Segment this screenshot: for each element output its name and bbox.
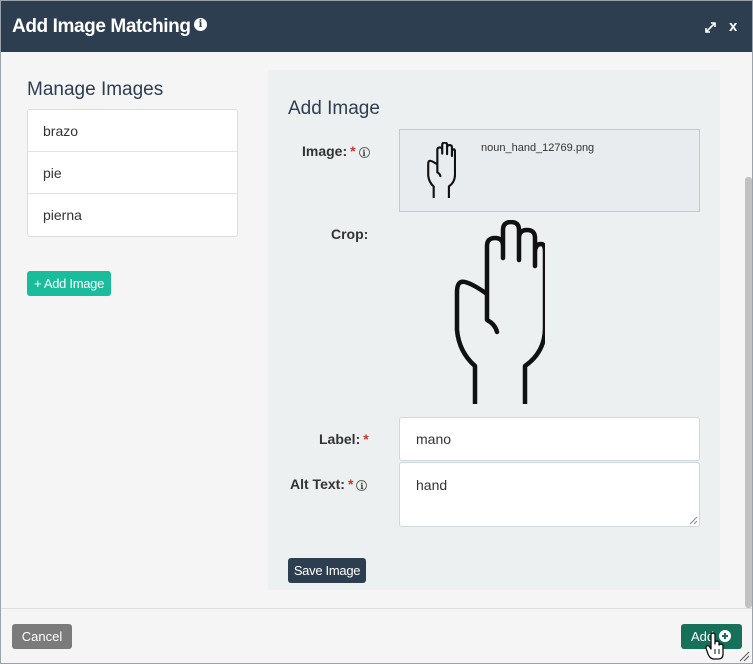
hand-pointer-cursor-icon: [705, 632, 724, 660]
dialog-content: Manage Images brazo pie pierna + Add Ima…: [1, 52, 752, 608]
add-image-panel: Add Image Image: * i noun_hand_12769.png C…: [268, 70, 720, 590]
image-list-item-brazo[interactable]: brazo: [28, 110, 237, 152]
image-list-item-pierna[interactable]: pierna: [28, 194, 237, 236]
image-info-icon[interactable]: i: [358, 146, 370, 158]
alt-text-label-text: Alt Text:: [290, 476, 345, 492]
content-scrollbar[interactable]: [745, 177, 752, 608]
image-list-item-pie[interactable]: pie: [28, 152, 237, 194]
textarea-resize-grip-icon[interactable]: [689, 516, 698, 525]
hand-crop-image[interactable]: [453, 220, 545, 404]
add-image-button[interactable]: + Add Image: [27, 271, 111, 296]
info-icon[interactable]: i: [194, 18, 207, 31]
save-image-button[interactable]: Save Image: [288, 558, 366, 583]
dialog-title: Add Image Matching: [12, 16, 191, 37]
label-field-label: Label: *: [319, 431, 369, 447]
label-input[interactable]: mano: [399, 417, 700, 461]
manage-images-title: Manage Images: [27, 79, 164, 100]
close-button[interactable]: x: [729, 18, 737, 35]
image-filename: noun_hand_12769.png: [481, 142, 595, 154]
label-label-text: Label:: [319, 431, 361, 447]
image-list: brazo pie pierna: [27, 109, 238, 237]
cancel-button[interactable]: Cancel: [12, 624, 72, 649]
required-mark: *: [347, 476, 354, 492]
alt-text-info-icon[interactable]: i: [356, 479, 368, 491]
hand-thumbnail-icon: [427, 142, 456, 198]
image-preview-box[interactable]: noun_hand_12769.png: [399, 129, 700, 212]
add-image-title: Add Image: [288, 98, 380, 119]
alt-text-textarea[interactable]: hand: [399, 462, 700, 527]
dialog-titlebar: Add Image Matching i x: [1, 1, 752, 52]
expand-icon[interactable]: [703, 20, 718, 35]
image-field-label: Image: * i: [302, 143, 370, 159]
add-image-matching-dialog: Add Image Matching i x Manage Images bra…: [0, 0, 753, 664]
dialog-resize-grip-icon[interactable]: [739, 651, 750, 662]
dialog-footer: Cancel Add: [1, 608, 752, 663]
alt-text-value: hand: [416, 477, 448, 493]
alt-text-field-label: Alt Text: * i: [290, 476, 368, 492]
required-mark: *: [363, 431, 369, 447]
required-mark: *: [350, 143, 356, 159]
crop-field-label: Crop:: [331, 226, 369, 242]
image-label-text: Image:: [302, 143, 348, 159]
